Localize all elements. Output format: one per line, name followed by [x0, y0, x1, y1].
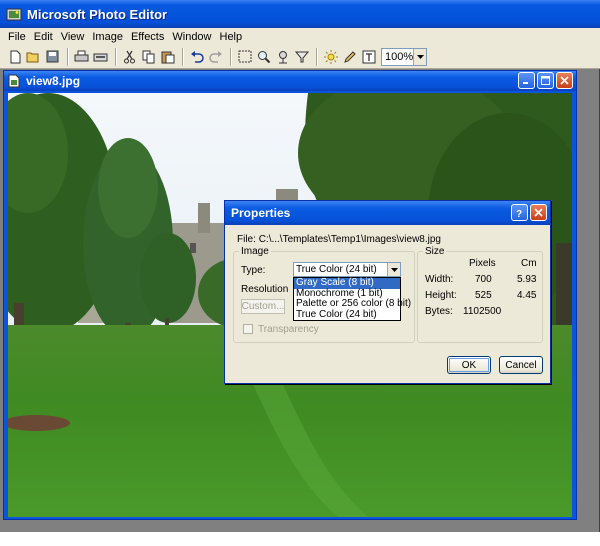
- image-document-icon: [8, 74, 20, 88]
- svg-text:?: ?: [516, 209, 522, 218]
- resolution-label: Resolution: [241, 284, 289, 295]
- width-cm: 5.93: [517, 274, 537, 285]
- custom-button[interactable]: Custom...: [241, 299, 285, 314]
- menu-image[interactable]: Image: [88, 31, 127, 43]
- cm-column-header: Cm: [521, 258, 537, 269]
- redo-icon[interactable]: [207, 48, 224, 65]
- new-file-icon[interactable]: [6, 48, 23, 65]
- zoom-value: 100%: [385, 50, 414, 63]
- select-rect-icon[interactable]: [236, 48, 253, 65]
- menu-window[interactable]: Window: [168, 31, 215, 43]
- undo-icon[interactable]: [188, 48, 205, 65]
- chevron-down-icon[interactable]: [413, 48, 426, 65]
- open-folder-icon[interactable]: [25, 48, 42, 65]
- toolbar: 100%: [0, 45, 600, 69]
- width-pixels: 700: [475, 274, 492, 285]
- menu-file[interactable]: File: [4, 31, 30, 43]
- pixels-column-header: Pixels: [469, 258, 496, 269]
- scan-icon[interactable]: [92, 48, 109, 65]
- close-icon[interactable]: [556, 72, 573, 89]
- height-pixels: 525: [475, 290, 492, 301]
- menu-edit[interactable]: Edit: [30, 31, 57, 43]
- width-label: Width:: [425, 274, 454, 285]
- type-select-value: True Color (24 bit): [296, 264, 377, 275]
- print-icon[interactable]: [73, 48, 90, 65]
- help-icon[interactable]: ?: [511, 204, 528, 221]
- type-label: Type:: [241, 265, 266, 276]
- toolbar-separator: [182, 47, 184, 66]
- funnel-icon[interactable]: [293, 48, 310, 65]
- height-cm: 4.45: [517, 290, 537, 301]
- cut-icon[interactable]: [121, 48, 138, 65]
- pin-icon[interactable]: [274, 48, 291, 65]
- copy-icon[interactable]: [140, 48, 157, 65]
- type-dropdown-list: Gray Scale (8 bit) Monochrome (1 bit) Pa…: [293, 277, 411, 321]
- brightness-icon[interactable]: [322, 48, 339, 65]
- type-option[interactable]: Palette or 256 color (8 bit): [294, 298, 411, 310]
- type-option[interactable]: Gray Scale (8 bit): [294, 277, 400, 289]
- text-tool-icon[interactable]: [360, 48, 377, 65]
- type-option[interactable]: True Color (24 bit): [294, 309, 400, 321]
- toolbar-separator: [67, 47, 69, 66]
- document-title: view8.jpg: [26, 74, 81, 88]
- cancel-button[interactable]: Cancel: [499, 356, 543, 374]
- file-path-row: File: C:\...\Templates\Temp1\Images\view…: [237, 234, 441, 245]
- dialog-title: Properties: [231, 206, 291, 220]
- save-icon[interactable]: [44, 48, 61, 65]
- menu-effects[interactable]: Effects: [127, 31, 168, 43]
- file-label: File:: [237, 234, 256, 245]
- document-window-controls: [518, 72, 573, 89]
- ok-button[interactable]: OK: [447, 356, 491, 374]
- bytes-label: Bytes:: [425, 306, 453, 317]
- app-titlebar[interactable]: Microsoft Photo Editor: [0, 0, 600, 28]
- minimize-icon[interactable]: [518, 72, 535, 89]
- toolbar-separator: [230, 47, 232, 66]
- document-titlebar[interactable]: view8.jpg: [4, 71, 576, 91]
- menu-view[interactable]: View: [57, 31, 89, 43]
- app-title: Microsoft Photo Editor: [27, 6, 168, 22]
- zoom-select[interactable]: 100%: [381, 47, 427, 66]
- transparency-label: Transparency: [258, 324, 319, 335]
- menu-help[interactable]: Help: [216, 31, 247, 43]
- dialog-titlebar[interactable]: Properties ?: [225, 201, 550, 225]
- dialog-window-controls: ?: [511, 204, 547, 221]
- toolbar-separator: [316, 47, 318, 66]
- bytes-value: 1102500: [463, 306, 502, 317]
- size-group-label: Size: [423, 246, 447, 257]
- file-path: C:\...\Templates\Temp1\Images\view8.jpg: [258, 234, 441, 245]
- paste-icon[interactable]: [159, 48, 176, 65]
- image-group-label: Image: [239, 246, 271, 257]
- height-label: Height:: [425, 290, 457, 301]
- transparency-checkbox[interactable]: [243, 324, 253, 334]
- maximize-icon[interactable]: [537, 72, 554, 89]
- menu-bar: File Edit View Image Effects Window Help: [0, 28, 600, 45]
- type-select[interactable]: True Color (24 bit): [293, 262, 401, 277]
- chevron-down-icon[interactable]: [387, 263, 400, 276]
- properties-dialog: Properties ? File: C:\...\Templates\Temp…: [224, 200, 551, 384]
- close-icon[interactable]: [530, 204, 547, 221]
- photo-editor-app-icon: [6, 6, 22, 22]
- zoom-icon[interactable]: [255, 48, 272, 65]
- pencil-icon[interactable]: [341, 48, 358, 65]
- toolbar-separator: [115, 47, 117, 66]
